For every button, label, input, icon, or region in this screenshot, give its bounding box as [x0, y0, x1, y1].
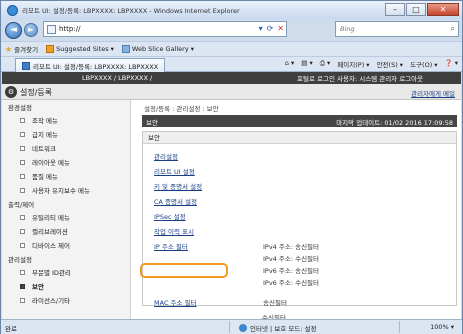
globe-icon — [239, 324, 247, 332]
tools-menu[interactable]: 도구(O) ▾ — [410, 59, 437, 69]
sidebar-item-network[interactable]: 네트워크 — [20, 143, 56, 153]
sidebar-item-calibration[interactable]: 캘리브레이션 — [20, 226, 68, 236]
ip-filter-status: IPv4 주소: 송신필터 — [263, 243, 320, 251]
sidebar-item-feed-menu[interactable]: 급지 메뉴 — [20, 129, 58, 139]
main-content: 설정/등록 : 관리설정 : 보안 보안 마지막 업데이트: 01/02 201… — [136, 100, 459, 322]
safety-menu[interactable]: 안전(S) ▾ — [377, 59, 404, 69]
maximize-button[interactable]: □ — [406, 3, 426, 16]
title-bar: 리모트 UI: 설정/등록: LBPXXXX: LBPXXXX - Window… — [1, 1, 462, 19]
web-slice-gallery[interactable]: Web Slice Gallery ▾ — [121, 45, 195, 53]
link-mac-filter[interactable]: MAC 주소 필터 — [154, 297, 197, 307]
back-button[interactable]: ◄ — [5, 21, 22, 39]
web-slice-icon — [121, 45, 130, 53]
favorites-button[interactable]: ★ 즐겨찾기 — [5, 44, 39, 55]
tab-page-icon — [22, 61, 30, 70]
sidebar-item-department-id[interactable]: 부문별 ID관리 — [20, 267, 71, 277]
category-admin: 관리설정 — [8, 256, 32, 264]
category-output: 출력/제어 — [8, 201, 35, 209]
page-header: ⚙ 설정/등록 관리자에게 메일 — [2, 84, 461, 100]
link-key-certificate[interactable]: 키 및 증명서 설정 — [154, 181, 202, 191]
suggested-sites-icon — [46, 45, 55, 53]
address-tools: ▾ ⟳ ✕ — [259, 24, 284, 33]
tab-remote-ui[interactable]: 리모트 UI: 설정/등록: LBPXXXX: LBPXXXX — [15, 58, 166, 72]
search-box[interactable]: Bing ⌕ — [335, 21, 459, 37]
minimize-button[interactable]: – — [385, 3, 405, 16]
link-job-log[interactable]: 작업 이력 표시 — [154, 226, 194, 236]
link-ca-certificate[interactable]: CA 증명서 설정 — [154, 196, 197, 206]
device-name: LBPXXXX / LBPXXXX / — [82, 74, 153, 82]
last-update: 마지막 업데이트: 01/02 2016 17:09:58 — [336, 119, 453, 127]
close-button[interactable]: ✕ — [427, 3, 459, 16]
status-bar: 완료 인터넷 | 보호 모드: 설정 100% ▾ — [1, 319, 462, 334]
breadcrumb: 설정/등록 : 관리설정 : 보안 — [144, 105, 219, 113]
forward-button[interactable]: ► — [24, 23, 38, 37]
address-bar[interactable]: http:// ▾ ⟳ ✕ — [43, 21, 287, 37]
sidebar-item-user-maintenance[interactable]: 사용자 유지보수 메뉴 — [20, 185, 90, 195]
window-title: 리모트 UI: 설정/등록: LBPXXXX: LBPXXXX - Window… — [22, 7, 240, 15]
link-admin-settings[interactable]: 관리설정 — [154, 151, 178, 161]
suggested-sites-label: Suggested Sites ▾ — [56, 45, 114, 53]
compatibility-icon[interactable]: ▾ — [259, 24, 263, 33]
page-icon — [47, 24, 56, 34]
sidebar-item-utility-menu[interactable]: 유틸리티 메뉴 — [20, 212, 70, 222]
window-controls: – □ ✕ — [385, 3, 459, 16]
settings-icon: ⚙ — [5, 86, 17, 98]
sidebar-item-quality-menu[interactable]: 품질 메뉴 — [20, 171, 58, 181]
print-icon[interactable]: ⎙ ▾ — [320, 59, 331, 69]
navigation-bar: ◄ ► http:// ▾ ⟳ ✕ Bing ⌕ — [1, 19, 462, 41]
link-remote-ui-settings[interactable]: 리모트 UI 설정 — [154, 166, 195, 176]
refresh-icon[interactable]: ⟳ — [267, 24, 274, 33]
favorites-bar: ★ 즐겨찾기 Suggested Sites ▾ Web Slice Galle… — [1, 41, 462, 56]
search-icon[interactable]: ⌕ — [451, 24, 455, 34]
web-content: LBPXXXX / LBPXXXX / 포털로 로그인 사용자: 시스템 관리자… — [2, 72, 461, 322]
home-icon[interactable]: ⌂ ▾ — [285, 59, 294, 69]
tab-label: 리모트 UI: 설정/등록: LBPXXXX: LBPXXXX — [33, 62, 159, 71]
status-text: 완료 — [5, 325, 17, 333]
help-menu[interactable]: ❓ ▾ — [445, 59, 458, 69]
zone-label: 인터넷 | 보호 모드: 설정 — [250, 325, 317, 333]
command-bar: ⌂ ▾ ▤ ▾ ⎙ ▾ 페이지(P) ▾ 안전(S) ▾ 도구(O) ▾ ❓ ▾ — [285, 59, 458, 69]
page-title: 설정/등록 — [20, 88, 53, 97]
divider — [399, 321, 400, 333]
header-links[interactable]: 포털로 로그인 사용자: 시스템 관리자 로그아웃 — [297, 73, 423, 83]
app-header: LBPXXXX / LBPXXXX / 포털로 로그인 사용자: 시스템 관리자… — [2, 72, 461, 84]
address-value: http:// — [59, 25, 81, 33]
favorites-label: 즐겨찾기 — [14, 46, 39, 54]
sidebar: 환경설정 조작 메뉴 급지 메뉴 네트워크 레이아웃 메뉴 품질 메뉴 사용자 … — [2, 100, 131, 319]
mail-admin-link[interactable]: 관리자에게 메일 — [411, 88, 455, 98]
sidebar-item-device-control[interactable]: 디바이스 제어 — [20, 240, 70, 250]
web-slice-label: Web Slice Gallery ▾ — [131, 45, 195, 53]
stop-icon[interactable]: ✕ — [277, 24, 284, 33]
section-title: 보안 — [146, 119, 158, 127]
divider — [229, 321, 230, 333]
sidebar-item-security[interactable]: 보안 — [20, 281, 44, 291]
ip-filter-status: IPv4 주소: 수신필터 — [263, 255, 320, 263]
zoom-level[interactable]: 100% ▾ — [430, 323, 454, 331]
section-header: 보안 마지막 업데이트: 01/02 2016 17:09:58 — [142, 115, 457, 127]
category-env: 환경설정 — [8, 104, 32, 112]
ip-filter-status: IPv6 주소: 수신필터 — [263, 279, 320, 287]
ip-filter-status: IPv6 주소: 송신필터 — [263, 267, 320, 275]
mac-filter-status: 송신필터 — [263, 299, 287, 307]
link-ipsec-settings[interactable]: IPSec 설정 — [154, 211, 186, 221]
mac-filter-highlight — [140, 263, 228, 278]
search-placeholder: Bing — [340, 25, 355, 33]
tab-bar: 리모트 UI: 설정/등록: LBPXXXX: LBPXXXX ⌂ ▾ ▤ ▾ … — [1, 56, 462, 72]
panel-title: 보안 — [143, 132, 456, 144]
sidebar-item-control-menu[interactable]: 조작 메뉴 — [20, 115, 58, 125]
browser-window: 리모트 UI: 설정/등록: LBPXXXX: LBPXXXX - Window… — [0, 0, 463, 334]
suggested-sites[interactable]: Suggested Sites ▾ — [46, 45, 114, 53]
ie-icon — [7, 4, 18, 16]
sidebar-item-layout-menu[interactable]: 레이아웃 메뉴 — [20, 157, 70, 167]
security-zone[interactable]: 인터넷 | 보호 모드: 설정 — [239, 323, 316, 333]
link-ip-filter[interactable]: IP 주소 필터 — [154, 241, 188, 251]
sidebar-item-license[interactable]: 라이선스/기타 — [20, 295, 70, 305]
page-menu[interactable]: 페이지(P) ▾ — [337, 59, 369, 69]
star-icon: ★ — [5, 44, 13, 54]
feeds-icon[interactable]: ▤ ▾ — [301, 59, 312, 69]
security-panel: 보안 관리설정 리모트 UI 설정 키 및 증명서 설정 CA 증명서 설정 I… — [142, 131, 457, 307]
